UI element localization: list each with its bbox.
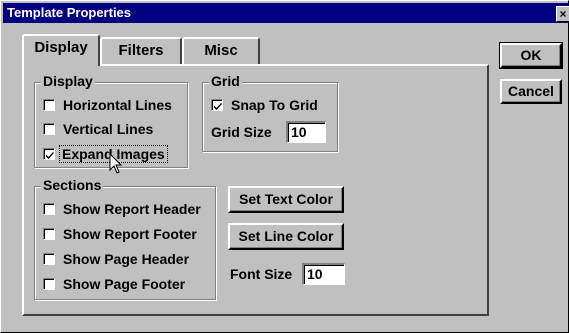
font-size-label: Font Size [230,266,293,282]
show-page-header-checkbox[interactable]: Show Page Header [43,251,189,267]
checkbox-box[interactable] [43,228,55,240]
show-page-header-label: Show Page Header [63,251,190,267]
checkbox-box[interactable] [43,123,55,135]
show-report-header-checkbox[interactable]: Show Report Header [43,201,201,217]
sections-group: Sections Show Report Header Show Report … [34,177,216,300]
check-icon [214,102,222,110]
show-page-footer-checkbox[interactable]: Show Page Footer [43,276,185,292]
close-icon[interactable]: × [556,6,569,22]
title-bar[interactable]: Template Properties × [3,3,569,23]
display-group-label: Display [41,73,95,89]
tab-filters-label: Filters [118,42,164,59]
vertical-lines-checkbox[interactable]: Vertical Lines [43,121,153,137]
checkbox-box[interactable] [211,99,223,111]
checkbox-box[interactable] [43,203,55,215]
window-title: Template Properties [7,5,132,20]
checkbox-box[interactable] [43,253,55,265]
grid-size-label: Grid Size [211,124,272,140]
grid-group-label: Grid [209,73,242,89]
horizontal-lines-label: Horizontal Lines [63,97,172,113]
tab-display-label: Display [34,39,88,56]
tab-filters[interactable]: Filters [100,37,182,64]
cancel-button[interactable]: Cancel [500,79,562,104]
checkbox-box[interactable] [43,148,55,160]
set-text-color-button[interactable]: Set Text Color [228,186,344,213]
tab-panel-display: Display Horizontal Lines Vertical Lines … [22,64,489,316]
arrow-cursor-icon [109,153,123,174]
show-report-footer-checkbox[interactable]: Show Report Footer [43,226,197,242]
tab-misc[interactable]: Misc [182,37,260,64]
font-size-input[interactable]: 10 [302,263,345,285]
checkbox-box[interactable] [43,99,55,111]
check-icon [46,151,54,159]
checkbox-box[interactable] [43,278,55,290]
show-report-header-label: Show Report Header [63,201,201,217]
snap-to-grid-checkbox[interactable]: Snap To Grid [211,97,318,113]
snap-to-grid-label: Snap To Grid [231,97,318,113]
grid-group: Grid Snap To Grid Grid Size 10 [202,73,338,152]
sections-group-label: Sections [41,177,104,193]
show-page-footer-label: Show Page Footer [63,276,186,292]
show-report-footer-label: Show Report Footer [63,226,197,242]
set-line-color-button[interactable]: Set Line Color [228,223,344,250]
expand-images-checkbox[interactable]: Expand Images [43,145,168,163]
template-properties-dialog: Template Properties × Display Filters Mi… [0,0,569,333]
horizontal-lines-checkbox[interactable]: Horizontal Lines [43,97,172,113]
ok-button[interactable]: OK [499,42,563,69]
vertical-lines-label: Vertical Lines [63,121,154,137]
tab-misc-label: Misc [204,42,238,59]
grid-size-input[interactable]: 10 [286,121,326,143]
tab-display[interactable]: Display [22,34,100,66]
